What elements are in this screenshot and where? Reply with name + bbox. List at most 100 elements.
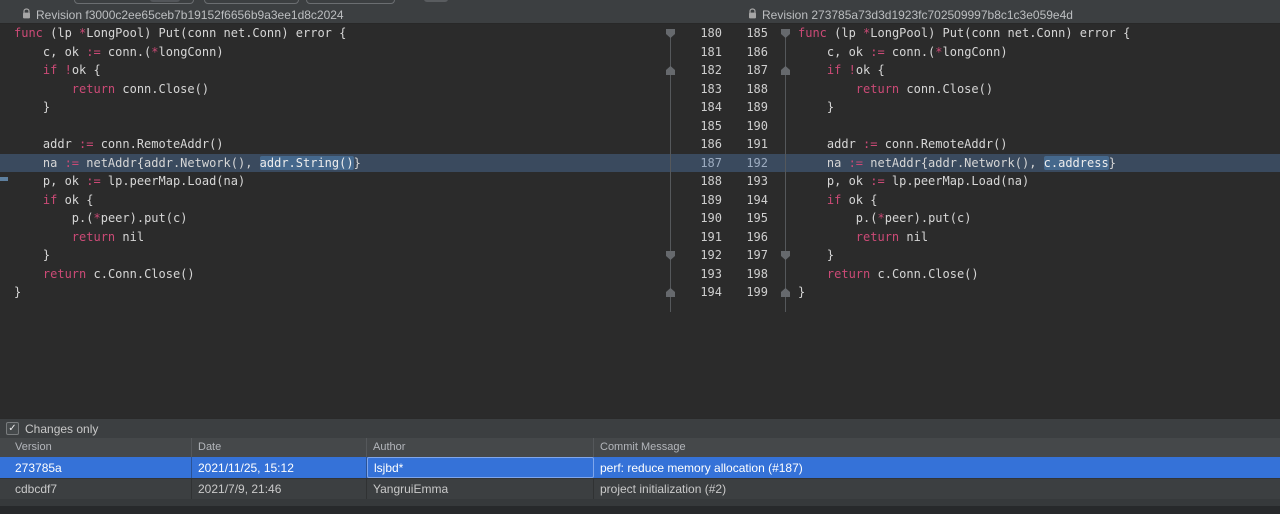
gutter-row: 194199: [664, 283, 792, 302]
gutter-row: 188193: [664, 172, 792, 191]
right-line-number: 189: [722, 98, 768, 117]
right-code-line[interactable]: p.(*peer).put(c): [792, 209, 1280, 228]
gutter-row: 180185: [664, 24, 792, 43]
left-revision-label: Revision f3000c2ee65ceb7b19152f6656b9a3e…: [36, 8, 344, 22]
left-code-line[interactable]: return nil: [0, 228, 664, 247]
column-header-version[interactable]: Version: [0, 438, 192, 457]
table-header-row: VersionDateAuthorCommit Message: [0, 438, 1280, 457]
author-cell[interactable]: YangruiEmma: [367, 479, 594, 499]
toolbar-combo-3[interactable]: [306, 0, 395, 4]
toolbar-combo-2[interactable]: [204, 0, 299, 4]
gutter-row: 193198: [664, 265, 792, 284]
column-header-commit-message[interactable]: Commit Message: [594, 438, 1280, 457]
bottom-band: [0, 506, 1280, 514]
right-line-number: 191: [722, 135, 768, 154]
version-row[interactable]: cdbcdf72021/7/9, 21:46YangruiEmmaproject…: [0, 478, 1280, 499]
lock-icon: [748, 8, 757, 22]
left-line-number: 181: [664, 43, 722, 62]
right-code-line[interactable]: c, ok := conn.(*longConn): [792, 43, 1280, 62]
right-code-line[interactable]: return nil: [792, 228, 1280, 247]
changes-only-checkbox[interactable]: ✓: [6, 422, 19, 435]
left-code-line[interactable]: na := netAddr{addr.Network(), addr.Strin…: [0, 154, 664, 173]
left-line-number: 187: [664, 154, 722, 173]
right-code-line[interactable]: na := netAddr{addr.Network(), c.address}: [792, 154, 1280, 173]
right-code-line[interactable]: }: [792, 246, 1280, 265]
left-line-number: 191: [664, 228, 722, 247]
left-line-number: 190: [664, 209, 722, 228]
right-code-line[interactable]: [792, 117, 1280, 136]
date-cell[interactable]: 2021/11/25, 15:12: [192, 457, 367, 478]
left-code-line[interactable]: addr := conn.RemoteAddr(): [0, 135, 664, 154]
gutter-row: 190195: [664, 209, 792, 228]
right-code-line[interactable]: }: [792, 283, 1280, 302]
left-code-line[interactable]: if ok {: [0, 191, 664, 210]
version-history-table: VersionDateAuthorCommit Message 273785a2…: [0, 438, 1280, 499]
left-code-pane[interactable]: func (lp *LongPool) Put(conn net.Conn) e…: [0, 24, 664, 418]
left-line-number: 186: [664, 135, 722, 154]
right-line-number: 192: [722, 154, 768, 173]
left-code-line[interactable]: p.(*peer).put(c): [0, 209, 664, 228]
gutter-row: 192197: [664, 246, 792, 265]
left-line-number: 193: [664, 265, 722, 284]
gutter-row: 183188: [664, 80, 792, 99]
gutter-row: 181186: [664, 43, 792, 62]
right-line-number: 199: [722, 283, 768, 302]
right-line-number: 185: [722, 24, 768, 43]
right-line-number: 196: [722, 228, 768, 247]
version-row[interactable]: 273785a2021/11/25, 15:12lsjbd*perf: redu…: [0, 457, 1280, 478]
date-cell[interactable]: 2021/7/9, 21:46: [192, 479, 367, 499]
right-code-line[interactable]: if !ok {: [792, 61, 1280, 80]
right-revision-label: Revision 273785a73d3d1923fc702509997b8c1…: [762, 8, 1073, 22]
version-cell[interactable]: cdbcdf7: [0, 479, 192, 499]
left-code-line[interactable]: c, ok := conn.(*longConn): [0, 43, 664, 62]
left-line-number: 184: [664, 98, 722, 117]
changes-only-label[interactable]: Changes only: [25, 422, 98, 436]
right-code-line[interactable]: if ok {: [792, 191, 1280, 210]
changed-fragment: c.address: [1044, 156, 1109, 170]
right-code-line[interactable]: return c.Conn.Close(): [792, 265, 1280, 284]
left-revision-title: Revision f3000c2ee65ceb7b19152f6656b9a3e…: [22, 6, 344, 23]
table-body: 273785a2021/11/25, 15:12lsjbd*perf: redu…: [0, 457, 1280, 499]
toolbar-button[interactable]: [424, 0, 448, 2]
left-code-line[interactable]: [0, 117, 664, 136]
message-cell[interactable]: perf: reduce memory allocation (#187): [594, 457, 1280, 478]
fold-line: [670, 34, 671, 312]
right-code-line[interactable]: addr := conn.RemoteAddr(): [792, 135, 1280, 154]
left-code-line[interactable]: if !ok {: [0, 61, 664, 80]
left-code-line[interactable]: p, ok := lp.peerMap.Load(na): [0, 172, 664, 191]
changed-fragment: addr.String(): [260, 156, 354, 170]
toolbar-combo-1[interactable]: [74, 0, 194, 4]
version-cell[interactable]: 273785a: [0, 457, 192, 478]
right-code-pane[interactable]: func (lp *LongPool) Put(conn net.Conn) e…: [792, 24, 1280, 418]
gutter-row: 191196: [664, 228, 792, 247]
column-header-author[interactable]: Author: [367, 438, 594, 457]
table-empty-area: [0, 499, 1280, 506]
left-code-line[interactable]: }: [0, 246, 664, 265]
right-line-number: 194: [722, 191, 768, 210]
right-line-number: 198: [722, 265, 768, 284]
message-cell[interactable]: project initialization (#2): [594, 479, 1280, 499]
left-code-line[interactable]: }: [0, 98, 664, 117]
left-code-line[interactable]: }: [0, 283, 664, 302]
right-line-number: 186: [722, 43, 768, 62]
gutter-row: 184189: [664, 98, 792, 117]
revision-header-bar: Revision f3000c2ee65ceb7b19152f6656b9a3e…: [0, 6, 1280, 24]
gutter-row: 182187: [664, 61, 792, 80]
right-line-number: 187: [722, 61, 768, 80]
right-line-number: 190: [722, 117, 768, 136]
left-line-number: 188: [664, 172, 722, 191]
right-code-line[interactable]: p, ok := lp.peerMap.Load(na): [792, 172, 1280, 191]
author-cell[interactable]: lsjbd*: [367, 457, 594, 478]
fold-line: [785, 34, 786, 312]
left-code-line[interactable]: return c.Conn.Close(): [0, 265, 664, 284]
diff-gutter: 1801851811861821871831881841891851901861…: [664, 24, 792, 418]
right-code-line[interactable]: }: [792, 98, 1280, 117]
left-code-line[interactable]: return conn.Close(): [0, 80, 664, 99]
gutter-row: 187192: [664, 154, 792, 173]
left-line-number: 183: [664, 80, 722, 99]
right-code-line[interactable]: return conn.Close(): [792, 80, 1280, 99]
column-header-date[interactable]: Date: [192, 438, 367, 457]
filter-icon[interactable]: [456, 0, 468, 2]
right-code-line[interactable]: func (lp *LongPool) Put(conn net.Conn) e…: [792, 24, 1280, 43]
left-code-line[interactable]: func (lp *LongPool) Put(conn net.Conn) e…: [0, 24, 664, 43]
